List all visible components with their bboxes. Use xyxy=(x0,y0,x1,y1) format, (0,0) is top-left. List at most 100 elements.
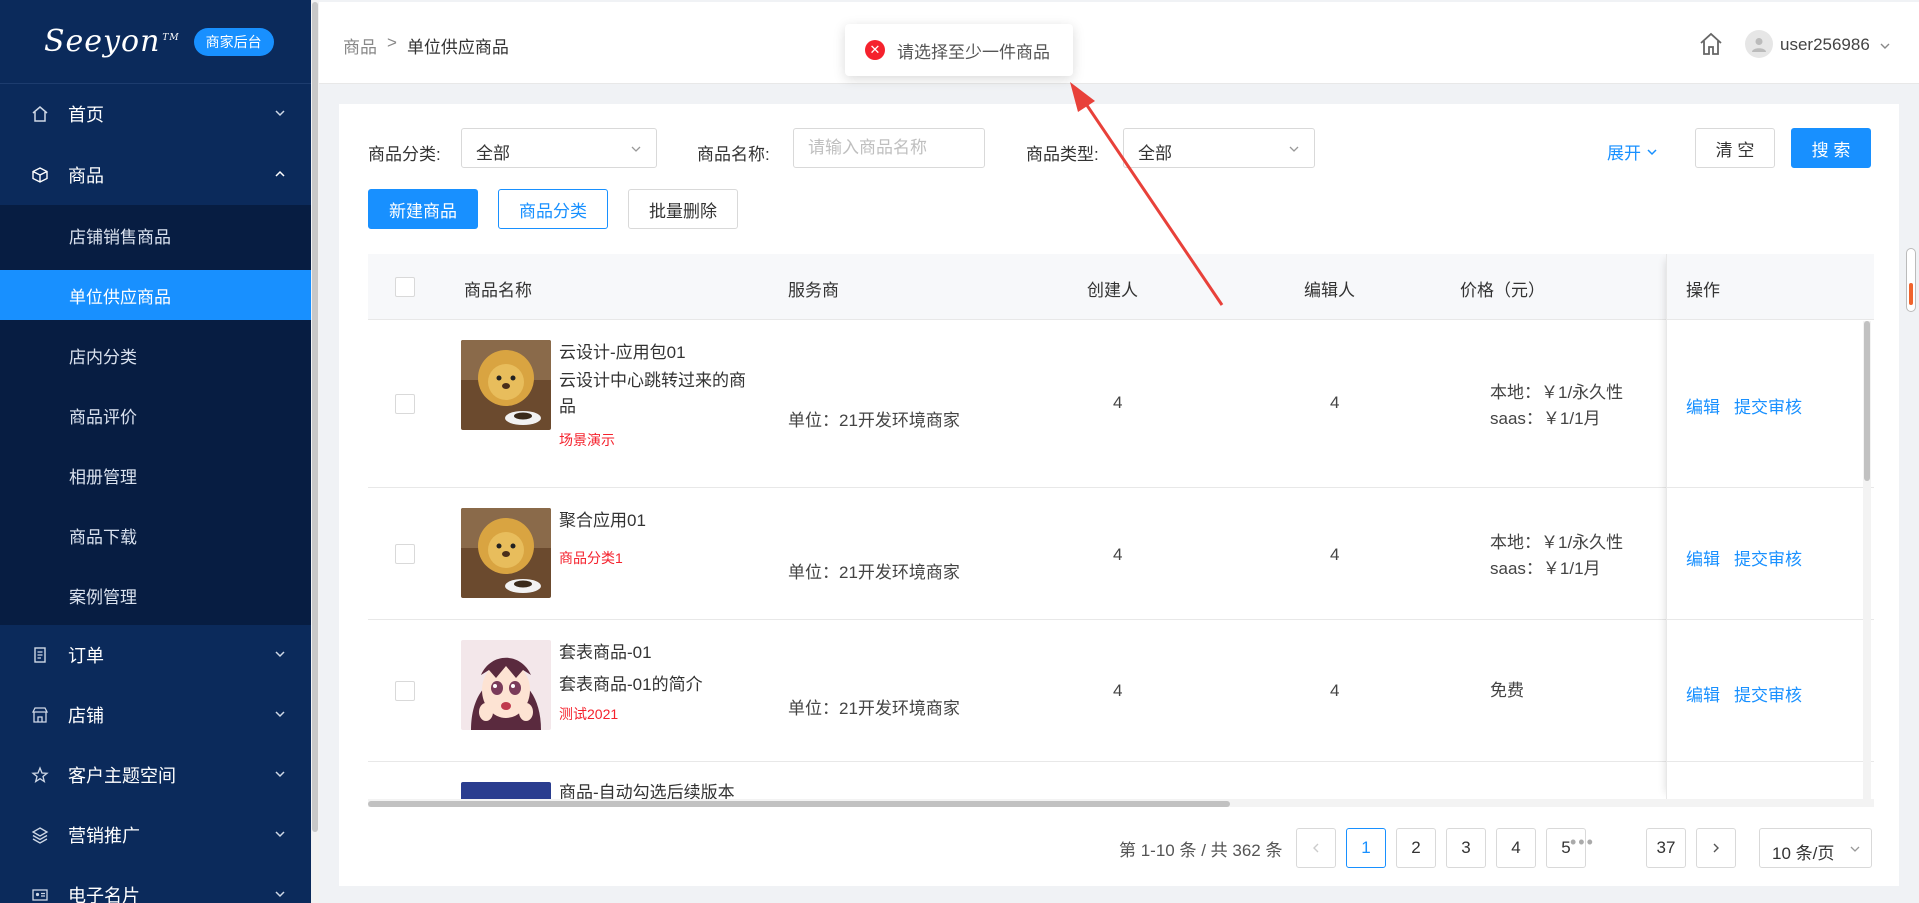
scrollbar-thumb[interactable] xyxy=(368,801,1230,807)
anime-image xyxy=(461,782,551,799)
edit-link[interactable]: 编辑 xyxy=(1686,681,1720,706)
category-select-value: 全部 xyxy=(476,144,510,163)
product-thumbnail xyxy=(461,782,551,799)
cube-icon xyxy=(30,165,50,185)
page-scrollbar[interactable] xyxy=(1906,248,1916,312)
expand-toggle[interactable]: 展开 xyxy=(1607,139,1659,164)
prev-page-button[interactable] xyxy=(1296,828,1336,868)
scrollbar-thumb[interactable] xyxy=(1864,321,1870,481)
product-description: 套表商品-01的简介 xyxy=(559,675,703,694)
batch-delete-button[interactable]: 批量删除 xyxy=(628,189,738,229)
submit-review-link[interactable]: 提交审核 xyxy=(1734,681,1802,706)
scrollbar-thumb[interactable] xyxy=(1909,283,1913,305)
brand-logo: Seeyon TM xyxy=(44,24,180,59)
breadcrumb-separator: > xyxy=(387,33,397,52)
sidebar-group-label: 首页 xyxy=(68,105,104,125)
sidebar-item-reviews[interactable]: 商品评价 xyxy=(0,390,311,440)
provider-cell: 单位：21开发环境商家 xyxy=(788,411,960,430)
chevron-left-icon xyxy=(1313,843,1319,853)
sidebar-group-customer-space[interactable]: 客户主题空间 xyxy=(0,745,311,805)
row-checkbox[interactable] xyxy=(395,681,415,701)
home-icon[interactable] xyxy=(1698,31,1724,57)
sidebar-group-home[interactable]: 首页 xyxy=(0,84,311,144)
new-product-button[interactable]: 新建商品 xyxy=(368,189,478,229)
scrollbar-thumb[interactable] xyxy=(312,2,318,832)
breadcrumb-current: 单位供应商品 xyxy=(406,38,509,57)
sidebar-item-cases[interactable]: 案例管理 xyxy=(0,570,311,620)
submit-review-link[interactable]: 提交审核 xyxy=(1734,393,1802,418)
product-thumbnail xyxy=(461,508,551,598)
sidebar-group-label: 电子名片 xyxy=(68,886,140,903)
chevron-down-icon xyxy=(1647,148,1657,155)
sidebar-group-orders[interactable]: 订单 xyxy=(0,625,311,685)
product-name[interactable]: 云设计-应用包01 xyxy=(559,340,749,366)
sidebar-group-marketing[interactable]: 营销推广 xyxy=(0,805,311,865)
card-icon xyxy=(30,885,50,903)
product-tag: 场景演示 xyxy=(559,432,615,448)
creator-cell: 4 xyxy=(1113,681,1123,700)
page-button[interactable]: 1 xyxy=(1346,828,1386,868)
chevron-down-icon[interactable] xyxy=(1879,40,1891,52)
product-thumbnail xyxy=(461,340,551,430)
next-page-button[interactable] xyxy=(1696,828,1736,868)
page-size-value: 10 条/页 xyxy=(1772,844,1835,863)
editor-cell: 4 xyxy=(1330,681,1340,700)
toast-message: 请选择至少一件商品 xyxy=(897,42,1050,62)
avatar[interactable] xyxy=(1745,30,1773,58)
chevron-down-icon xyxy=(275,771,285,778)
sidebar-group-store[interactable]: 店铺 xyxy=(0,685,311,745)
chevron-down-icon xyxy=(275,891,285,898)
sidebar-item-albums[interactable]: 相册管理 xyxy=(0,450,311,500)
page-size-select[interactable]: 10 条/页 xyxy=(1759,828,1872,868)
product-name[interactable]: 聚合应用01 xyxy=(559,508,749,534)
category-select[interactable]: 全部 xyxy=(461,128,657,168)
order-icon xyxy=(30,645,50,665)
type-select[interactable]: 全部 xyxy=(1123,128,1315,168)
edit-link[interactable]: 编辑 xyxy=(1686,545,1720,570)
product-name[interactable]: 商品-自动勾选后续版本 xyxy=(559,780,819,799)
sidebar-group-goods[interactable]: 商品 xyxy=(0,145,311,205)
table-row: 套表商品-01 套表商品-01的简介 测试2021 单位：21开发环境商家 4 … xyxy=(368,620,1874,762)
row-actions: 编辑 提交审核 xyxy=(1686,393,1802,418)
price-local: 本地：￥1/永久性 xyxy=(1490,533,1624,552)
user-icon xyxy=(1752,38,1766,52)
row-checkbox[interactable] xyxy=(395,544,415,564)
submit-review-link[interactable]: 提交审核 xyxy=(1734,545,1802,570)
edit-link[interactable]: 编辑 xyxy=(1686,393,1720,418)
creator-cell: 4 xyxy=(1113,545,1123,564)
row-actions: 编辑 提交审核 xyxy=(1686,545,1802,570)
price-cell: 免费 xyxy=(1490,678,1524,704)
pagination-total: 第 1-10 条 / 共 362 条 xyxy=(1119,841,1283,860)
price-local: 本地：￥1/永久性 xyxy=(1490,383,1624,402)
product-category-button[interactable]: 商品分类 xyxy=(498,189,608,229)
column-header: 服务商 xyxy=(788,281,839,300)
table-horizontal-scrollbar[interactable] xyxy=(368,799,1874,807)
page-button-last[interactable]: 37 xyxy=(1646,828,1686,868)
sidebar-item-downloads[interactable]: 商品下载 xyxy=(0,510,311,560)
category-filter-label: 商品分类: xyxy=(368,145,441,164)
chevron-down-icon xyxy=(275,651,285,658)
table-vertical-scrollbar[interactable] xyxy=(1863,321,1871,799)
column-header: 编辑人 xyxy=(1304,281,1355,300)
sidebar-item-unit-supply[interactable]: 单位供应商品 xyxy=(0,270,311,320)
clear-button[interactable]: 清 空 xyxy=(1695,128,1775,168)
username[interactable]: user256986 xyxy=(1780,35,1870,55)
page-button[interactable]: 4 xyxy=(1496,828,1536,868)
product-name[interactable]: 套表商品-01 xyxy=(559,640,749,666)
price-saas: saas：￥1/1月 xyxy=(1490,409,1601,428)
name-search-input[interactable] xyxy=(793,128,985,168)
breadcrumb-parent[interactable]: 商品 xyxy=(343,33,377,58)
content-panel: 商品分类: 全部 商品名称: 商品类型: 全部 展开 清 空 搜 索 新建商品 … xyxy=(339,104,1899,886)
page-button[interactable]: 3 xyxy=(1446,828,1486,868)
select-all-checkbox[interactable] xyxy=(395,277,415,297)
layers-icon xyxy=(30,825,50,845)
sidebar-scrollbar[interactable] xyxy=(311,0,319,903)
sidebar-item-store-category[interactable]: 店内分类 xyxy=(0,330,311,380)
search-button[interactable]: 搜 索 xyxy=(1791,128,1871,168)
row-checkbox[interactable] xyxy=(395,394,415,414)
page-button[interactable]: 2 xyxy=(1396,828,1436,868)
sidebar-item-store-sales[interactable]: 店铺销售商品 xyxy=(0,210,311,260)
product-thumbnail xyxy=(461,640,551,730)
pagination-ellipsis[interactable]: ••• xyxy=(1570,832,1595,853)
sidebar-group-business-card[interactable]: 电子名片 xyxy=(0,865,311,903)
